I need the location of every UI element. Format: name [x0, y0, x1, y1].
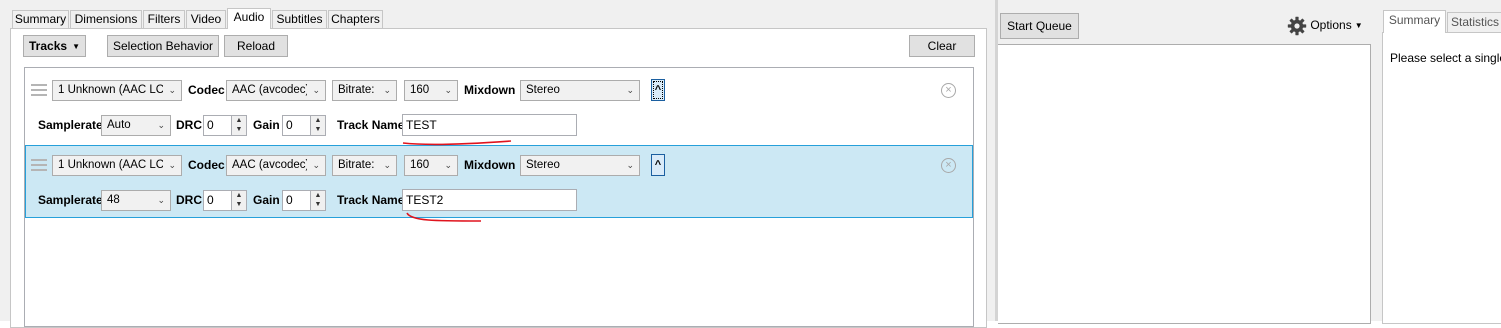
red-underline-annotation [402, 140, 512, 146]
tracks-label: Tracks [29, 39, 68, 53]
source-track-dropdown[interactable]: 1 Unknown (AAC LC ⌄ [52, 155, 182, 176]
bitrate-mode-dropdown[interactable]: Bitrate: ⌄ [332, 155, 397, 176]
drc-spinbox[interactable]: 0 ▲ ▼ [203, 115, 247, 136]
gain-label: Gain [253, 193, 280, 207]
gain-label: Gain [253, 118, 280, 132]
samplerate-value: Auto [107, 119, 131, 131]
tab-subtitles[interactable]: Subtitles [272, 10, 327, 29]
audio-tracks-list: 1 Unknown (AAC LC ⌄ Codec AAC (avcodec) ⌄ … [24, 67, 974, 327]
gear-icon [1287, 16, 1307, 36]
drc-value: 0 [207, 193, 214, 207]
source-track-value: 1 Unknown (AAC LC [58, 159, 163, 171]
select-job-message: Please select a single [1390, 51, 1501, 65]
remove-track-icon[interactable]: × [941, 83, 956, 98]
source-track-dropdown[interactable]: 1 Unknown (AAC LC ⌄ [52, 80, 182, 101]
codec-value: AAC (avcodec) [232, 159, 307, 171]
caret-down-icon: ▼ [1354, 21, 1363, 30]
drc-spinbox[interactable]: 0 ▲ ▼ [203, 190, 247, 211]
track-name-input[interactable]: TEST [402, 114, 577, 136]
track-name-label: Track Name [337, 118, 405, 132]
selection-behavior-button[interactable]: Selection Behavior [107, 35, 219, 57]
bitrate-value: 160 [410, 84, 430, 96]
codec-label: Codec [188, 158, 225, 172]
collapse-toggle-button[interactable]: ^ [651, 79, 665, 101]
mixdown-value: Stereo [526, 84, 560, 96]
codec-dropdown[interactable]: AAC (avcodec) ⌄ [226, 80, 326, 101]
source-track-value: 1 Unknown (AAC LC [58, 84, 163, 96]
remove-track-icon[interactable]: × [941, 158, 956, 173]
mixdown-label: Mixdown [464, 83, 516, 97]
gain-value: 0 [286, 193, 293, 207]
drag-handle-icon[interactable] [31, 159, 47, 171]
track-name-input[interactable]: TEST2 [402, 189, 577, 211]
codec-dropdown[interactable]: AAC (avcodec) ⌄ [226, 155, 326, 176]
collapse-toggle-button[interactable]: ^ [651, 154, 665, 176]
queue-list[interactable] [998, 44, 1371, 324]
bitrate-mode-value: Bitrate: [338, 159, 375, 171]
mixdown-dropdown[interactable]: Stereo ⌄ [520, 155, 640, 176]
chevron-down-icon: ⌄ [444, 85, 452, 95]
red-underline-annotation [406, 212, 482, 222]
samplerate-label: Samplerate [38, 118, 103, 132]
codec-label: Codec [188, 83, 225, 97]
samplerate-label: Samplerate [38, 193, 103, 207]
summary-tab-page: Please select a single [1382, 32, 1501, 324]
gain-spinbox[interactable]: 0 ▲ ▼ [282, 190, 326, 211]
drc-value: 0 [207, 118, 214, 132]
bitrate-mode-value: Bitrate: [338, 84, 375, 96]
start-queue-button[interactable]: Start Queue [1000, 13, 1079, 39]
tab-dimensions[interactable]: Dimensions [70, 10, 142, 29]
drc-label: DRC [176, 118, 202, 132]
reload-button[interactable]: Reload [224, 35, 288, 57]
options-menu-button[interactable]: Options ▼ [1287, 14, 1363, 36]
chevron-down-icon: ⌄ [312, 160, 320, 170]
tab-chapters[interactable]: Chapters [328, 10, 383, 29]
audio-track-row-selected[interactable]: 1 Unknown (AAC LC ⌄ Codec AAC (avcodec) ⌄ … [25, 145, 973, 218]
tab-audio[interactable]: Audio [227, 8, 271, 29]
chevron-down-icon: ⌄ [168, 160, 176, 170]
tab-statistics[interactable]: Statistics [1447, 12, 1501, 33]
bitrate-value: 160 [410, 159, 430, 171]
bitrate-dropdown[interactable]: 160 ⌄ [404, 155, 458, 176]
mixdown-dropdown[interactable]: Stereo ⌄ [520, 80, 640, 101]
bitrate-dropdown[interactable]: 160 ⌄ [404, 80, 458, 101]
drc-label: DRC [176, 193, 202, 207]
mixdown-label: Mixdown [464, 158, 516, 172]
tab-filters[interactable]: Filters [143, 10, 185, 29]
drag-handle-icon[interactable] [31, 84, 47, 96]
samplerate-dropdown[interactable]: 48 ⌄ [101, 190, 171, 211]
chevron-down-icon: ⌄ [626, 85, 634, 95]
bitrate-mode-dropdown[interactable]: Bitrate: ⌄ [332, 80, 397, 101]
tab-video[interactable]: Video [186, 10, 226, 29]
chevron-down-icon: ⌄ [157, 195, 165, 205]
spin-down-icon[interactable]: ▼ [310, 125, 325, 135]
chevron-down-icon: ⌄ [626, 160, 634, 170]
chevron-down-icon: ⌄ [312, 85, 320, 95]
tab-summary[interactable]: Summary [12, 10, 69, 29]
caret-down-icon: ▼ [72, 42, 80, 51]
chevron-down-icon: ⌄ [168, 85, 176, 95]
spin-down-icon[interactable]: ▼ [310, 200, 325, 210]
mixdown-value: Stereo [526, 159, 560, 171]
samplerate-value: 48 [107, 194, 120, 206]
spin-down-icon[interactable]: ▼ [231, 200, 246, 210]
tab-summary-right[interactable]: Summary [1383, 10, 1446, 33]
samplerate-dropdown[interactable]: Auto ⌄ [101, 115, 171, 136]
codec-value: AAC (avcodec) [232, 84, 307, 96]
tracks-dropdown-button[interactable]: Tracks ▼ [23, 35, 86, 57]
options-label: Options [1310, 18, 1352, 32]
gain-value: 0 [286, 118, 293, 132]
track-name-label: Track Name [337, 193, 405, 207]
spin-down-icon[interactable]: ▼ [231, 125, 246, 135]
chevron-down-icon: ⌄ [383, 85, 391, 95]
chevron-down-icon: ⌄ [383, 160, 391, 170]
chevron-down-icon: ⌄ [444, 160, 452, 170]
chevron-down-icon: ⌄ [157, 120, 165, 130]
clear-button[interactable]: Clear [909, 35, 975, 57]
gain-spinbox[interactable]: 0 ▲ ▼ [282, 115, 326, 136]
